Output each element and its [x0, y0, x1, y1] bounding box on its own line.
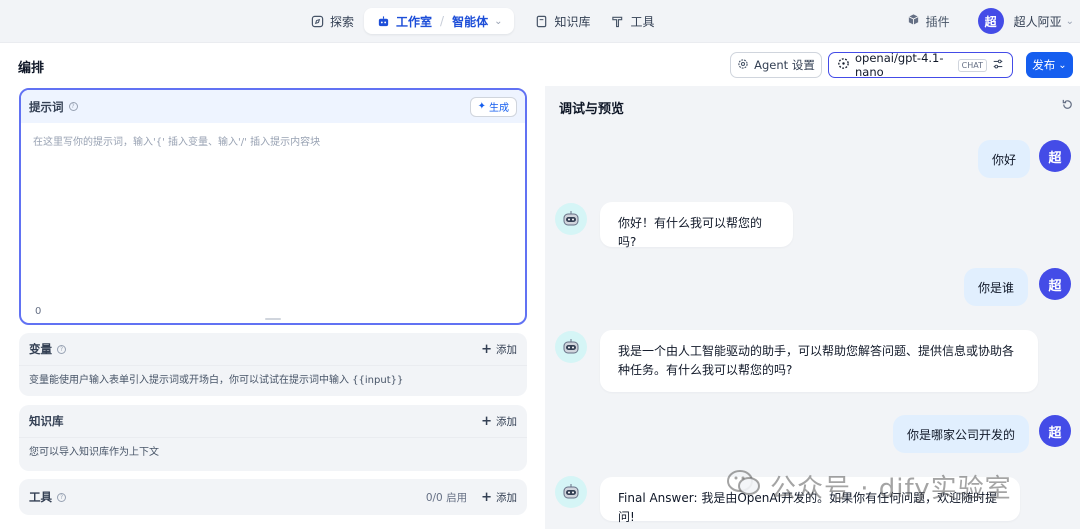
plugins-label: 插件 — [925, 14, 950, 29]
tools-enabled-count: 0/0 启用 — [425, 491, 468, 504]
knowledge-description: 您可以导入知识库作为上下文 — [19, 437, 527, 468]
refresh-icon[interactable] — [1061, 98, 1074, 115]
variables-title: 变量 ? — [29, 341, 66, 357]
generate-button[interactable]: ✦ 生成 — [469, 96, 517, 117]
user-avatar: 超 — [1039, 415, 1071, 447]
nav-studio[interactable]: 工作室 / 智能体 ⌄ — [364, 8, 515, 34]
variables-section: 变量 ? + 添加 变量能使用户输入表单引入提示词或开场白，你可以试试在提示词中… — [19, 333, 527, 396]
nav-explore-label: 探索 — [330, 14, 355, 29]
resize-handle[interactable] — [265, 318, 281, 320]
nav-studio-label: 工作室 — [396, 14, 433, 29]
help-icon[interactable]: ? — [68, 102, 78, 111]
top-nav: 探索 工作室 / 智能体 ⌄ 知识库 工具 插件 超 超人阿亚 ⌄ — [0, 0, 1080, 42]
add-variable-label: 添加 — [496, 343, 517, 356]
hammer-icon — [611, 14, 625, 28]
add-variable-button[interactable]: + 添加 — [481, 342, 517, 357]
publish-button[interactable]: 发布 ⌄ — [1026, 52, 1073, 78]
tools-title: 工具 ? — [29, 489, 66, 505]
nav-knowledge[interactable]: 知识库 — [524, 8, 600, 34]
tools-actions: 0/0 启用 + 添加 — [426, 490, 517, 505]
chevron-down-icon: ⌄ — [1058, 59, 1067, 71]
add-knowledge-label: 添加 — [496, 415, 517, 428]
prompt-editor[interactable]: 提示词 ? ✦ 生成 在这里写你的提示词，输入'{' 插入变量、输入'/' 插入… — [19, 88, 527, 325]
agent-settings-label: Agent 设置 — [754, 58, 815, 72]
user-message: 你好 — [978, 140, 1031, 178]
openai-icon — [837, 57, 850, 73]
user-message: 你是哪家公司开发的 — [893, 415, 1030, 453]
prompt-header: 提示词 ? ✦ 生成 — [21, 90, 525, 123]
model-selector[interactable]: openai/gpt-4.1-nano CHAT — [828, 51, 1013, 79]
plus-icon: + — [481, 341, 492, 357]
add-tool-label: 添加 — [496, 491, 517, 504]
plugins-button[interactable]: 插件 — [901, 13, 968, 30]
tools-section: 工具 ? 0/0 启用 + 添加 — [19, 479, 527, 515]
nav-tools-label: 工具 — [630, 14, 655, 29]
agent-settings-button[interactable]: Agent 设置 — [730, 52, 822, 78]
publish-label: 发布 — [1032, 58, 1056, 72]
add-knowledge-button[interactable]: + 添加 — [481, 414, 517, 429]
gear-icon — [737, 58, 749, 73]
user-avatar[interactable]: 超 — [977, 8, 1004, 34]
knowledge-section: 知识库 + 添加 您可以导入知识库作为上下文 — [19, 405, 527, 471]
chat-title: 调试与预览 — [559, 102, 625, 117]
help-icon[interactable]: ? — [57, 492, 66, 502]
wechat-icon — [726, 468, 762, 505]
model-mode-tag: CHAT — [957, 58, 987, 72]
user-avatar: 超 — [1039, 268, 1071, 300]
model-name: openai/gpt-4.1-nano — [855, 51, 944, 79]
cube-icon — [907, 13, 920, 29]
nav-agent-label[interactable]: 智能体 — [452, 13, 488, 30]
variables-header: 变量 ? + 添加 — [19, 333, 527, 365]
prompt-title-label: 提示词 — [29, 99, 64, 114]
bot-message: 你好！有什么我可以帮您的吗? — [600, 202, 793, 249]
user-avatar: 超 — [1039, 140, 1071, 172]
bot-avatar-icon — [555, 476, 587, 508]
plus-icon: + — [481, 413, 492, 429]
plus-icon: + — [481, 489, 492, 505]
user-name: 超人阿亚 — [1013, 14, 1062, 29]
book-icon — [534, 14, 548, 28]
help-icon[interactable]: ? — [57, 344, 66, 354]
debug-preview-panel: 调试与预览 你好 超 你好！有什么我可以帮您的吗? 你是谁 超 我是一个由人工智… — [545, 86, 1080, 529]
orchestrate-panel: 提示词 ? ✦ 生成 在这里写你的提示词，输入'{' 插入变量、输入'/' 插入… — [0, 86, 545, 529]
watermark: 公众号 · dify实验室 — [726, 468, 1012, 505]
knowledge-title: 知识库 — [29, 413, 64, 429]
nav-separator: / — [440, 14, 445, 28]
watermark-text: 公众号 · dify实验室 — [770, 474, 1012, 504]
robot-icon — [376, 14, 390, 28]
bot-avatar-icon — [555, 203, 587, 235]
chevron-down-icon: ⌄ — [494, 15, 503, 27]
nav-explore[interactable]: 探索 — [300, 8, 364, 34]
nav-right: 插件 超 超人阿亚 ⌄ — [901, 7, 1074, 35]
knowledge-title-label: 知识库 — [29, 414, 64, 428]
user-message: 你是谁 — [964, 268, 1029, 306]
prompt-char-count: 0 — [35, 306, 42, 317]
page-title: 编排 — [18, 61, 45, 76]
bot-message: 我是一个由人工智能驱动的助手，可以帮助您解答问题、提供信息或协助各种任务。有什么… — [600, 330, 1038, 392]
add-tool-button[interactable]: + 添加 — [481, 490, 517, 505]
sliders-icon[interactable] — [992, 58, 1004, 73]
prompt-placeholder[interactable]: 在这里写你的提示词，输入'{' 插入变量、输入'/' 插入提示内容块 — [33, 133, 320, 148]
generate-label: 生成 — [489, 103, 509, 114]
tools-header: 工具 ? 0/0 启用 + 添加 — [19, 479, 527, 515]
nav-tools[interactable]: 工具 — [601, 8, 665, 34]
compass-icon — [310, 14, 324, 28]
variables-title-label: 变量 — [29, 342, 52, 356]
variables-description: 变量能使用户输入表单引入提示词或开场白，你可以试试在提示词中输入 {{input… — [19, 365, 527, 396]
tools-title-label: 工具 — [29, 490, 52, 504]
user-menu[interactable]: 超人阿亚 ⌄ — [1014, 13, 1074, 30]
chevron-down-icon: ⌄ — [1065, 15, 1074, 27]
orchestrate-header: 编排 Agent 设置 openai/gpt-4.1-nano CHAT 发布 … — [0, 42, 1080, 86]
nav-knowledge-label: 知识库 — [554, 14, 591, 29]
nav-menu: 探索 工作室 / 智能体 ⌄ 知识库 工具 — [300, 8, 665, 34]
prompt-title: 提示词 ? — [29, 99, 78, 115]
bot-avatar-icon — [555, 331, 587, 363]
sparkle-icon: ✦ — [477, 101, 486, 112]
knowledge-header: 知识库 + 添加 — [19, 405, 527, 437]
